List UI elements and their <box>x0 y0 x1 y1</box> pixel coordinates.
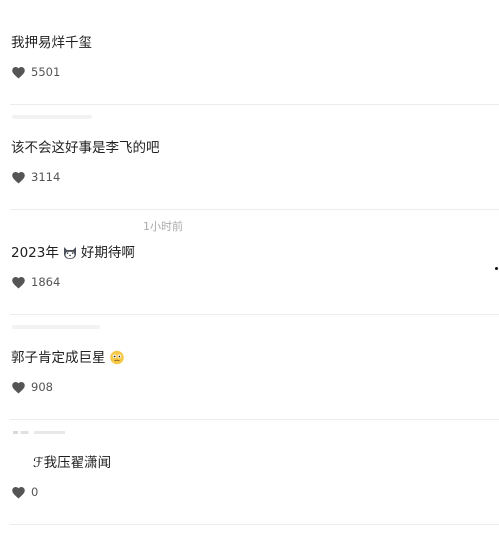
like-button[interactable]: 5501 <box>11 64 60 80</box>
edge-dot <box>495 267 498 270</box>
username-placeholder <box>12 115 92 119</box>
username-placeholder <box>12 325 100 329</box>
comment-item: ℱ我压翟潇闻 0 <box>0 420 499 525</box>
comment-item: 我押易烊千玺 5501 <box>0 0 499 105</box>
like-button[interactable]: 1864 <box>11 274 60 290</box>
like-button[interactable]: 908 <box>11 379 53 395</box>
comment-item: 郭子肯定成巨星 908 <box>0 315 499 420</box>
comment-item: 该不会这好事是李飞的吧 3114 <box>0 105 499 210</box>
like-count: 0 <box>31 485 39 499</box>
comment-item: 2023年 好期待啊 1864 <box>0 210 499 315</box>
heart-icon <box>12 382 25 394</box>
heart-icon <box>12 172 25 184</box>
thinking-face-emoji-icon <box>109 350 124 365</box>
comment-text: ℱ我压翟潇闻 <box>33 455 112 471</box>
cat-face-emoji-icon <box>63 247 76 259</box>
divider <box>10 524 499 525</box>
comment-text-before: 2023年 <box>11 245 59 261</box>
like-count: 3114 <box>31 170 61 184</box>
comment-text: 郭子肯定成巨星 <box>11 349 128 367</box>
like-button[interactable]: 0 <box>11 484 38 500</box>
heart-icon <box>12 67 25 79</box>
like-button[interactable]: 3114 <box>11 169 60 185</box>
comment-text-main: 郭子肯定成巨星 <box>11 350 106 366</box>
comment-text: 我押易烊千玺 <box>11 35 92 51</box>
heart-icon <box>12 277 25 289</box>
comment-text: 该不会这好事是李飞的吧 <box>11 140 160 156</box>
like-count: 908 <box>31 380 53 394</box>
comment-text-after: 好期待啊 <box>80 245 135 261</box>
like-count: 1864 <box>31 275 61 289</box>
heart-icon <box>12 487 25 499</box>
comment-text: 2023年 好期待啊 <box>11 244 135 262</box>
like-count: 5501 <box>31 65 61 79</box>
